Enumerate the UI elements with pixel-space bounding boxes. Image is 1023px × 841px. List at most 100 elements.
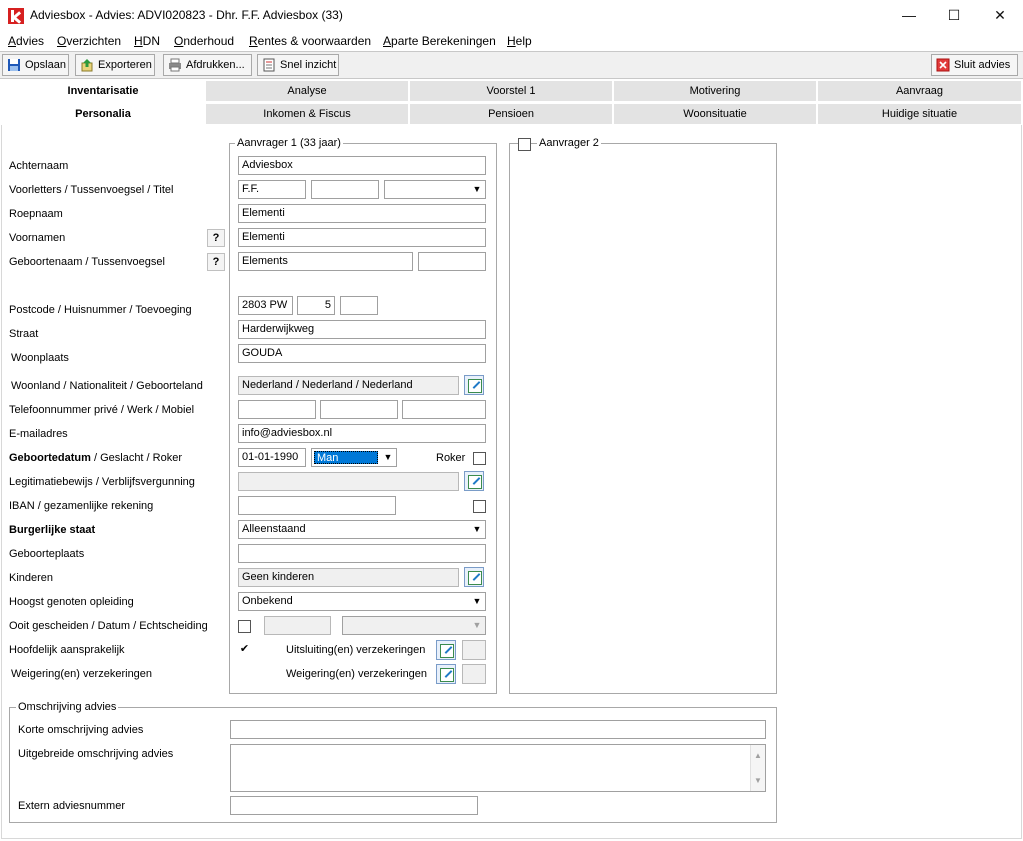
label-kinderen: Kinderen	[9, 572, 54, 584]
menu-onderhoud[interactable]: Onderhoud	[174, 34, 234, 48]
label-geboorteplaats: Geboorteplaats	[9, 548, 85, 560]
edit-uitsluiting-icon[interactable]	[436, 640, 456, 660]
scroll-up-icon[interactable]: ▲	[754, 747, 762, 764]
tel-mobiel-input[interactable]	[402, 400, 486, 419]
label-opleiding: Hoogst genoten opleiding	[9, 596, 134, 608]
label-achternaam: Achternaam	[9, 160, 69, 172]
label-geboortedatum-bold: Geboortedatum	[9, 452, 91, 464]
roepnaam-input[interactable]: Elementi	[238, 204, 486, 223]
app-logo-icon	[8, 8, 24, 24]
tab-aanvraag[interactable]: Aanvraag	[817, 80, 1022, 102]
tab-pensioen[interactable]: Pensioen	[409, 103, 613, 125]
gezamenlijke-rekening-checkbox[interactable]	[473, 500, 486, 513]
close-window-button[interactable]: ✕	[977, 0, 1023, 31]
label-burgerlijke-staat: Burgerlijke staat	[9, 524, 96, 536]
echtscheiding-select: ▼	[342, 616, 486, 635]
voorletters-input[interactable]: F.F.	[238, 180, 306, 199]
woonland-field: Nederland / Nederland / Nederland	[238, 376, 459, 395]
help-geboortenaam-button[interactable]: ?	[207, 253, 225, 271]
huisnummer-input[interactable]: 5	[297, 296, 335, 315]
label-geboortedatum-rest: / Geslacht / Roker	[93, 452, 183, 464]
menu-help[interactable]: Help	[507, 34, 532, 48]
uitsluiting-field	[462, 640, 486, 660]
tussenvoegsel-input[interactable]	[311, 180, 379, 199]
tab-motivering[interactable]: Motivering	[613, 80, 817, 102]
geboortenaam-input[interactable]: Elements	[238, 252, 413, 271]
edit-weigering-icon[interactable]	[436, 664, 456, 684]
export-button[interactable]: Exporteren	[75, 54, 155, 76]
opleiding-value: Onbekend	[242, 595, 293, 607]
geboortenaam-tussenvoegsel-input[interactable]	[418, 252, 486, 271]
label-hoofdelijk: Hoofdelijk aansprakelijk	[9, 644, 125, 656]
geslacht-value: Man	[314, 451, 378, 464]
tab-inkomen-fiscus[interactable]: Inkomen & Fiscus	[205, 103, 409, 125]
toolbar: Opslaan Exporteren Afdrukken... Snel inz…	[0, 51, 1023, 79]
tel-werk-input[interactable]	[320, 400, 398, 419]
postcode-input[interactable]: 2803 PW	[238, 296, 293, 315]
roker-checkbox[interactable]	[473, 452, 486, 465]
tab-huidige-situatie[interactable]: Huidige situatie	[817, 103, 1022, 125]
label-extern-adviesnummer: Extern adviesnummer	[18, 800, 125, 812]
save-button-label: Opslaan	[25, 59, 66, 71]
tel-prive-input[interactable]	[238, 400, 316, 419]
tab-personalia[interactable]: Personalia	[1, 103, 205, 125]
edit-woonland-icon[interactable]	[464, 375, 484, 395]
scroll-down-icon[interactable]: ▼	[754, 772, 762, 789]
label-voornamen: Voornamen	[9, 232, 66, 244]
maximize-button[interactable]: ☐	[931, 0, 977, 31]
label-email: E-mailadres	[9, 428, 68, 440]
opleiding-select[interactable]: Onbekend ▼	[238, 592, 486, 611]
print-button-label: Afdrukken...	[186, 59, 245, 71]
toevoeging-input[interactable]	[340, 296, 378, 315]
close-advice-button[interactable]: Sluit advies	[931, 54, 1018, 76]
print-button[interactable]: Afdrukken...	[163, 54, 252, 76]
woonplaats-input[interactable]: GOUDA	[238, 344, 486, 363]
omschrijving-title: Omschrijving advies	[16, 701, 119, 713]
kinderen-field: Geen kinderen	[238, 568, 459, 587]
voornamen-input[interactable]: Elementi	[238, 228, 486, 247]
iban-input[interactable]	[238, 496, 396, 515]
hoofdelijk-checkbox[interactable]: ✔	[238, 644, 251, 657]
label-geboortenaam: Geboortenaam / Tussenvoegsel	[9, 256, 165, 268]
label-straat: Straat	[9, 328, 39, 340]
export-button-label: Exporteren	[98, 59, 152, 71]
label-roker: Roker	[436, 452, 466, 464]
email-input[interactable]: info@adviesbox.nl	[238, 424, 486, 443]
tab-woonsituatie[interactable]: Woonsituatie	[613, 103, 817, 125]
edit-kinderen-icon[interactable]	[464, 567, 484, 587]
tab-voorstel-1[interactable]: Voorstel 1	[409, 80, 613, 102]
aanvrager2-group	[509, 143, 777, 694]
geboorteplaats-input[interactable]	[238, 544, 486, 563]
help-voornamen-button[interactable]: ?	[207, 229, 225, 247]
menu-aparte-berekeningen[interactable]: Aparte Berekeningen	[383, 34, 496, 48]
achternaam-input[interactable]: Adviesbox	[238, 156, 486, 175]
tab-inventarisatie[interactable]: Inventarisatie	[1, 80, 205, 102]
quick-insight-button[interactable]: Snel inzicht	[257, 54, 339, 76]
minimize-button[interactable]: —	[886, 0, 932, 31]
edit-legitimatie-icon[interactable]	[464, 471, 484, 491]
save-button[interactable]: Opslaan	[2, 54, 69, 76]
titel-select[interactable]: ▼	[384, 180, 486, 199]
aanvrager2-checkbox[interactable]	[518, 138, 531, 151]
uitgebreide-omschrijving-textarea[interactable]: ▲ ▼	[230, 744, 766, 792]
chevron-down-icon: ▼	[472, 184, 482, 194]
straat-input[interactable]: Harderwijkweg	[238, 320, 486, 339]
extern-adviesnummer-input[interactable]	[230, 796, 478, 815]
label-uitsluiting: Uitsluiting(en) verzekeringen	[286, 644, 426, 656]
textarea-scrollbar[interactable]: ▲ ▼	[750, 745, 765, 791]
burgerlijke-staat-select[interactable]: Alleenstaand ▼	[238, 520, 486, 539]
label-telefoon: Telefoonnummer privé / Werk / Mobiel	[9, 404, 195, 416]
chevron-down-icon: ▼	[472, 596, 482, 606]
gescheiden-checkbox[interactable]	[238, 620, 251, 633]
menu-rentes-voorwaarden[interactable]: Rentes & voorwaarden	[249, 34, 371, 48]
sub-tab-row: Personalia Inkomen & Fiscus Pensioen Woo…	[0, 103, 1023, 125]
geboortedatum-input[interactable]: 01-01-1990	[238, 448, 306, 467]
menu-overzichten[interactable]: Overzichten	[57, 34, 121, 48]
label-iban: IBAN / gezamenlijke rekening	[9, 500, 154, 512]
label-legitimatie: Legitimatiebewijs / Verblijfsvergunning	[9, 476, 195, 488]
tab-analyse[interactable]: Analyse	[205, 80, 409, 102]
menu-hdn[interactable]: HDN	[134, 34, 160, 48]
menu-advies[interactable]: Advies	[8, 34, 44, 48]
korte-omschrijving-input[interactable]	[230, 720, 766, 739]
geslacht-select[interactable]: Man ▼	[311, 448, 397, 467]
